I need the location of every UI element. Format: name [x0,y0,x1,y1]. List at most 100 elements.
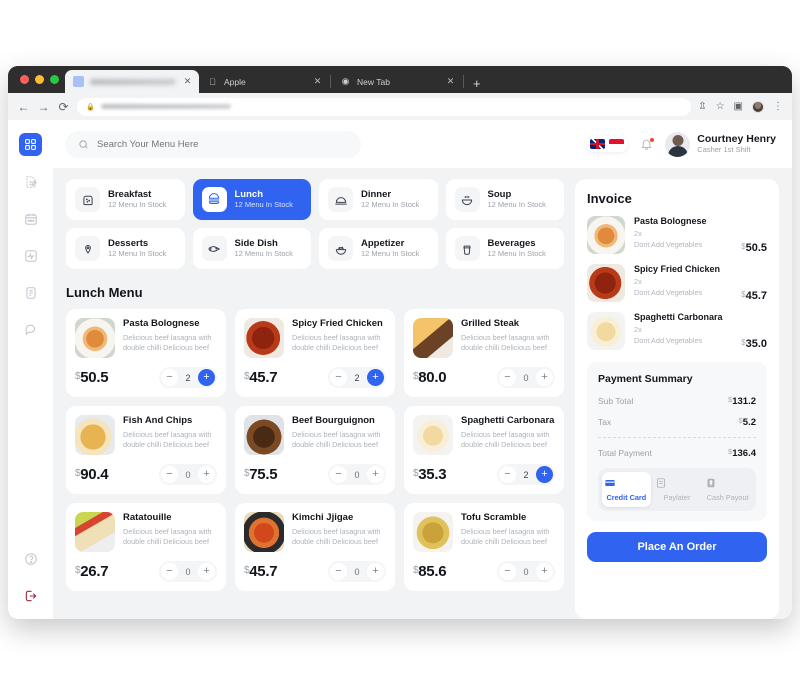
sidebar-item-messages[interactable] [19,318,42,341]
quantity-stepper[interactable]: −0 + [159,561,217,582]
category-card-soup[interactable]: Soup 12 Menu In Stock [445,179,564,220]
menu-item-card[interactable]: Pasta Bolognese Delicious beef lasagna wi… [66,309,226,397]
window-controls[interactable] [16,66,65,93]
place-order-button[interactable]: Place An Order [587,532,767,562]
tab-divider [463,75,464,88]
close-tab-3-icon[interactable]: ✕ [445,76,456,87]
search-input[interactable] [97,138,348,150]
quantity-stepper[interactable]: −2 + [497,464,555,485]
sidebar-item-calendar[interactable] [19,207,42,230]
menu-item-card[interactable]: Tofu Scramble Delicious beef lasagna with… [404,503,564,591]
invoice-item[interactable]: Spaghetti Carbonara 2x Dont Add Vegetables… [587,312,767,350]
close-tab-2-icon[interactable]: ✕ [312,76,323,87]
user-profile[interactable]: Courtney Henry Casher 1st Shift [665,131,776,157]
summary-divider [598,437,756,438]
quantity-stepper[interactable]: −0 + [328,561,386,582]
quantity-value: 0 [354,566,360,577]
language-switcher[interactable] [586,136,629,152]
search-bar[interactable] [65,130,361,158]
browser-tab-1[interactable]: ✕ [65,70,199,93]
increment-button[interactable]: + [367,369,384,386]
menu-item-card[interactable]: Spaghetti Carbonara Delicious beef lasagn… [404,406,564,494]
tab-divider [330,75,331,88]
decrement-button[interactable]: − [161,369,178,386]
menu-item-card[interactable]: Grilled Steak Delicious beef lasagna with… [404,309,564,397]
category-card-breakfast[interactable]: Breakfast 12 Menu In Stock [66,179,185,220]
increment-button[interactable]: + [536,369,553,386]
menu-item-description: Delicious beef lasagna with double chill… [461,526,550,547]
menu-item-card[interactable]: Kimchi Jjigae Delicious beef lasagna with… [235,503,395,591]
quantity-stepper[interactable]: −0 + [497,561,555,582]
increment-button[interactable]: + [198,563,215,580]
sidebar-item-orders[interactable] [19,170,42,193]
subtotal-label: Sub Total [598,396,634,406]
app-topbar: Courtney Henry Casher 1st Shift [53,120,792,168]
decrement-button[interactable]: − [330,369,347,386]
decrement-button[interactable]: − [499,369,516,386]
quantity-stepper[interactable]: −0 + [497,367,555,388]
decrement-button[interactable]: − [330,563,347,580]
back-icon[interactable]: ← [17,101,30,113]
kebab-menu-icon[interactable]: ⋮ [773,101,783,112]
share-icon[interactable]: ⇫ [698,101,706,112]
address-bar[interactable]: 🔒 [77,97,692,116]
payment-method-cash-payout[interactable]: Cash Payout [703,472,752,507]
sidebar-item-dashboard[interactable] [19,133,42,156]
decrement-button[interactable]: − [499,466,516,483]
maximize-window-button[interactable] [50,75,59,84]
category-card-beverages[interactable]: Beverages 12 Menu In Stock [445,228,564,269]
payment-method-credit-card[interactable]: Credit Card [602,472,651,507]
quantity-stepper[interactable]: −2 + [328,367,386,388]
invoice-item-price: $45.7 [741,290,767,302]
increment-button[interactable]: + [198,369,215,386]
profile-avatar[interactable] [752,100,764,113]
forward-icon[interactable]: → [37,101,50,113]
category-card-appetizer[interactable]: Appetizer 12 Menu In Stock [319,228,438,269]
close-tab-1-icon[interactable]: ✕ [182,76,193,87]
decrement-button[interactable]: − [161,466,178,483]
browser-tab-3[interactable]: ◉ New Tab ✕ [332,70,462,93]
help-circle-icon[interactable] [19,547,42,570]
category-card-lunch[interactable]: Lunch 12 Menu In Stock [192,179,311,220]
flag-uk-icon[interactable] [590,139,606,149]
invoice-item[interactable]: Pasta Bolognese 2x Dont Add Vegetables $50.… [587,216,767,254]
increment-button[interactable]: + [367,466,384,483]
menu-item-card[interactable]: Beef Bourguignon Delicious beef lasagna w… [235,406,395,494]
minimize-window-button[interactable] [35,75,44,84]
increment-button[interactable]: + [536,563,553,580]
quantity-stepper[interactable]: −0 + [159,464,217,485]
menu-item-card[interactable]: Spicy Fried Chicken Delicious beef lasagn… [235,309,395,397]
bookmark-star-icon[interactable]: ☆ [716,101,725,112]
logout-icon[interactable] [19,584,42,607]
side-panel-icon[interactable]: ▣ [734,101,743,112]
browser-tab-2[interactable]:  Apple ✕ [199,70,329,93]
decrement-button[interactable]: − [161,563,178,580]
category-stock: 12 Menu In Stock [487,200,546,210]
notification-bell[interactable] [640,137,655,151]
decrement-button[interactable]: − [330,466,347,483]
category-card-desserts[interactable]: Desserts 12 Menu In Stock [66,228,185,269]
decrement-button[interactable]: − [499,563,516,580]
reload-icon[interactable]: ⟳ [57,101,70,113]
menu-item-price: $45.7 [244,563,278,580]
quantity-value: 0 [523,372,529,383]
invoice-item[interactable]: Spicy Fried Chicken 2x Dont Add Vegetables… [587,264,767,302]
increment-button[interactable]: + [198,466,215,483]
close-window-button[interactable] [20,75,29,84]
increment-button[interactable]: + [536,466,553,483]
quantity-stepper[interactable]: −0 + [328,464,386,485]
category-card-side-dish[interactable]: Side Dish 12 Menu In Stock [192,228,311,269]
avatar [665,131,691,157]
quantity-stepper[interactable]: −2 + [159,367,217,388]
menu-item-image [413,415,453,455]
payment-method-paylater[interactable]: Paylater [653,472,702,507]
sidebar-item-reports[interactable] [19,281,42,304]
sidebar-item-analytics[interactable] [19,244,42,267]
menu-item-card[interactable]: Fish And Chips Delicious beef lasagna wit… [66,406,226,494]
category-card-dinner[interactable]: Dinner 12 Menu In Stock [319,179,438,220]
flag-indonesia-icon[interactable] [609,139,625,149]
increment-button[interactable]: + [367,563,384,580]
menu-item-description: Delicious beef lasagna with double chill… [461,429,550,450]
menu-item-card[interactable]: Ratatouille Delicious beef lasagna with d… [66,503,226,591]
new-tab-button[interactable]: + [465,77,489,93]
